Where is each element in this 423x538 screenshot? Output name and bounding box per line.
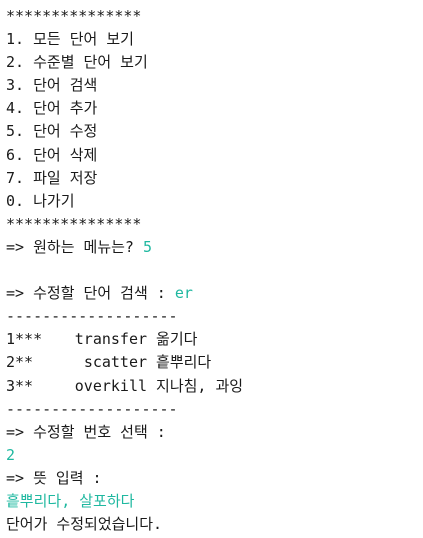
separator-bottom: ------------------- <box>6 399 178 418</box>
menu-border-bottom: *************** <box>6 214 142 233</box>
row-level-stars: ** <box>15 376 34 395</box>
row-number: 1 <box>6 330 16 349</box>
menu-item-by-level: 2. 수준별 단어 보기 <box>6 53 148 72</box>
row-level-stars: *** <box>15 330 43 349</box>
select-prompt: => 수정할 번호 선택 : <box>6 422 166 441</box>
menu-item-edit: 5. 단어 수정 <box>6 122 98 141</box>
result-message: 단어가 수정되었습니다. <box>6 515 163 534</box>
row-meaning: 지나침, 과잉 <box>156 376 244 395</box>
menu-item-save-file: 7. 파일 저장 <box>6 168 98 187</box>
menu-item-add: 4. 단어 추가 <box>6 99 98 118</box>
row-word: transfer <box>74 330 148 349</box>
search-prompt-line: => 수정할 단어 검색 : er <box>6 282 243 305</box>
menu-item-delete: 6. 단어 삭제 <box>6 145 98 164</box>
row-number: 2 <box>6 353 16 372</box>
row-number: 3 <box>6 376 16 395</box>
menu-border-top: *************** <box>6 7 142 25</box>
menu-prompt-line: => 원하는 메뉴는? 5 <box>6 236 243 259</box>
meaning-prompt: => 뜻 입력 : <box>6 468 102 487</box>
row-word: overkill <box>74 376 148 395</box>
result-row: 1*** transfer 옮기다 <box>6 328 243 351</box>
separator-top: ------------------- <box>6 307 178 326</box>
row-level-stars: ** <box>15 353 34 372</box>
row-meaning: 흩뿌리다 <box>156 353 212 372</box>
search-input[interactable]: er <box>175 284 193 302</box>
menu-item-exit: 0. 나가기 <box>6 191 75 210</box>
menu-input[interactable]: 5 <box>143 238 152 256</box>
menu-prompt: => 원하는 메뉴는? <box>6 237 143 256</box>
row-word: scatter <box>83 353 148 372</box>
row-meaning: 옮기다 <box>156 330 198 349</box>
search-prompt: => 수정할 단어 검색 : <box>6 284 175 303</box>
result-row: 3** overkill 지나침, 과잉 <box>6 375 243 398</box>
result-row: 2** scatter 흩뿌리다 <box>6 351 243 374</box>
menu-item-search: 3. 단어 검색 <box>6 76 98 95</box>
select-input[interactable]: 2 <box>6 444 243 467</box>
meaning-input[interactable]: 흩뿌리다, 살포하다 <box>6 490 243 513</box>
menu-item-all-words: 1. 모든 단어 보기 <box>6 30 134 49</box>
console-output: *************** 1. 모든 단어 보기 2. 수준별 단어 보기… <box>6 5 243 536</box>
